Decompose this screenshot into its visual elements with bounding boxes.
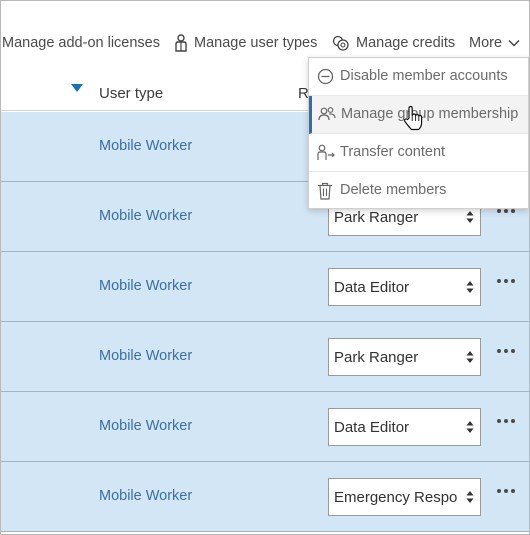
- members-panel: Manage add-on licenses Manage user types…: [0, 0, 530, 535]
- menu-item-disable-member-accounts[interactable]: Disable member accounts: [309, 58, 528, 96]
- manage-addon-licenses-label: Manage add-on licenses: [2, 35, 160, 51]
- role-select[interactable]: Data Editor: [328, 268, 481, 306]
- table-row[interactable]: Mobile Worker Data Editor: [1, 392, 529, 462]
- role-select-value: Park Ranger: [334, 208, 419, 226]
- role-select-value: Park Ranger: [334, 348, 419, 366]
- manage-credits-button[interactable]: Manage credits: [332, 33, 455, 53]
- more-menu-button[interactable]: More: [469, 33, 520, 53]
- group-icon: [318, 107, 336, 121]
- credits-icon: [332, 35, 349, 51]
- row-actions-ellipsis-icon[interactable]: [497, 487, 515, 495]
- trash-icon: [318, 182, 332, 200]
- role-select[interactable]: Emergency Respo: [328, 478, 481, 516]
- menu-item-label: Disable member accounts: [340, 68, 508, 84]
- role-select[interactable]: Data Editor: [328, 408, 481, 446]
- row-actions-ellipsis-icon[interactable]: [497, 347, 515, 355]
- user-type-link[interactable]: Mobile Worker: [99, 488, 192, 504]
- role-select[interactable]: Park Ranger: [328, 338, 481, 376]
- role-select-value: Data Editor: [334, 278, 410, 296]
- manage-addon-licenses-button[interactable]: Manage add-on licenses: [2, 33, 160, 53]
- role-select-value: Data Editor: [334, 418, 410, 436]
- column-header-user-type[interactable]: User type: [99, 85, 163, 102]
- manage-user-types-button[interactable]: Manage user types: [174, 33, 317, 53]
- select-updown-icon: [466, 351, 474, 363]
- role-select-value: Emergency Respo: [334, 488, 458, 506]
- table-row[interactable]: Mobile Worker Data Editor: [1, 252, 529, 322]
- user-type-link[interactable]: Mobile Worker: [99, 138, 192, 154]
- select-updown-icon: [466, 421, 474, 433]
- manage-user-types-label: Manage user types: [194, 35, 318, 51]
- row-actions-ellipsis-icon[interactable]: [497, 417, 515, 425]
- row-actions-ellipsis-icon[interactable]: [497, 277, 515, 285]
- user-type-link[interactable]: Mobile Worker: [99, 208, 192, 224]
- more-dropdown-menu: Disable member accounts Manage group mem…: [308, 57, 529, 209]
- transfer-user-icon: [317, 144, 335, 160]
- menu-item-label: Manage group membership: [341, 106, 519, 122]
- menu-item-delete-members[interactable]: Delete members: [309, 172, 528, 210]
- select-updown-icon: [466, 491, 474, 503]
- user-type-link[interactable]: Mobile Worker: [99, 418, 192, 434]
- minus-circle-icon: [317, 68, 334, 85]
- select-updown-icon: [466, 211, 474, 223]
- menu-item-label: Transfer content: [340, 144, 446, 160]
- select-updown-icon: [466, 281, 474, 293]
- user-type-link[interactable]: Mobile Worker: [99, 348, 192, 364]
- sort-descending-icon[interactable]: [71, 84, 83, 92]
- more-label: More: [469, 35, 503, 51]
- manage-credits-label: Manage credits: [356, 35, 456, 51]
- menu-item-transfer-content[interactable]: Transfer content: [309, 134, 528, 172]
- user-type-link[interactable]: Mobile Worker: [99, 278, 192, 294]
- user-type-icon: [175, 34, 187, 52]
- chevron-down-icon: [508, 39, 520, 47]
- table-row[interactable]: Mobile Worker Park Ranger: [1, 322, 529, 392]
- menu-item-label: Delete members: [340, 182, 447, 198]
- hand-pointer-cursor-icon: [403, 105, 423, 131]
- table-row[interactable]: Mobile Worker Emergency Respo: [1, 462, 529, 532]
